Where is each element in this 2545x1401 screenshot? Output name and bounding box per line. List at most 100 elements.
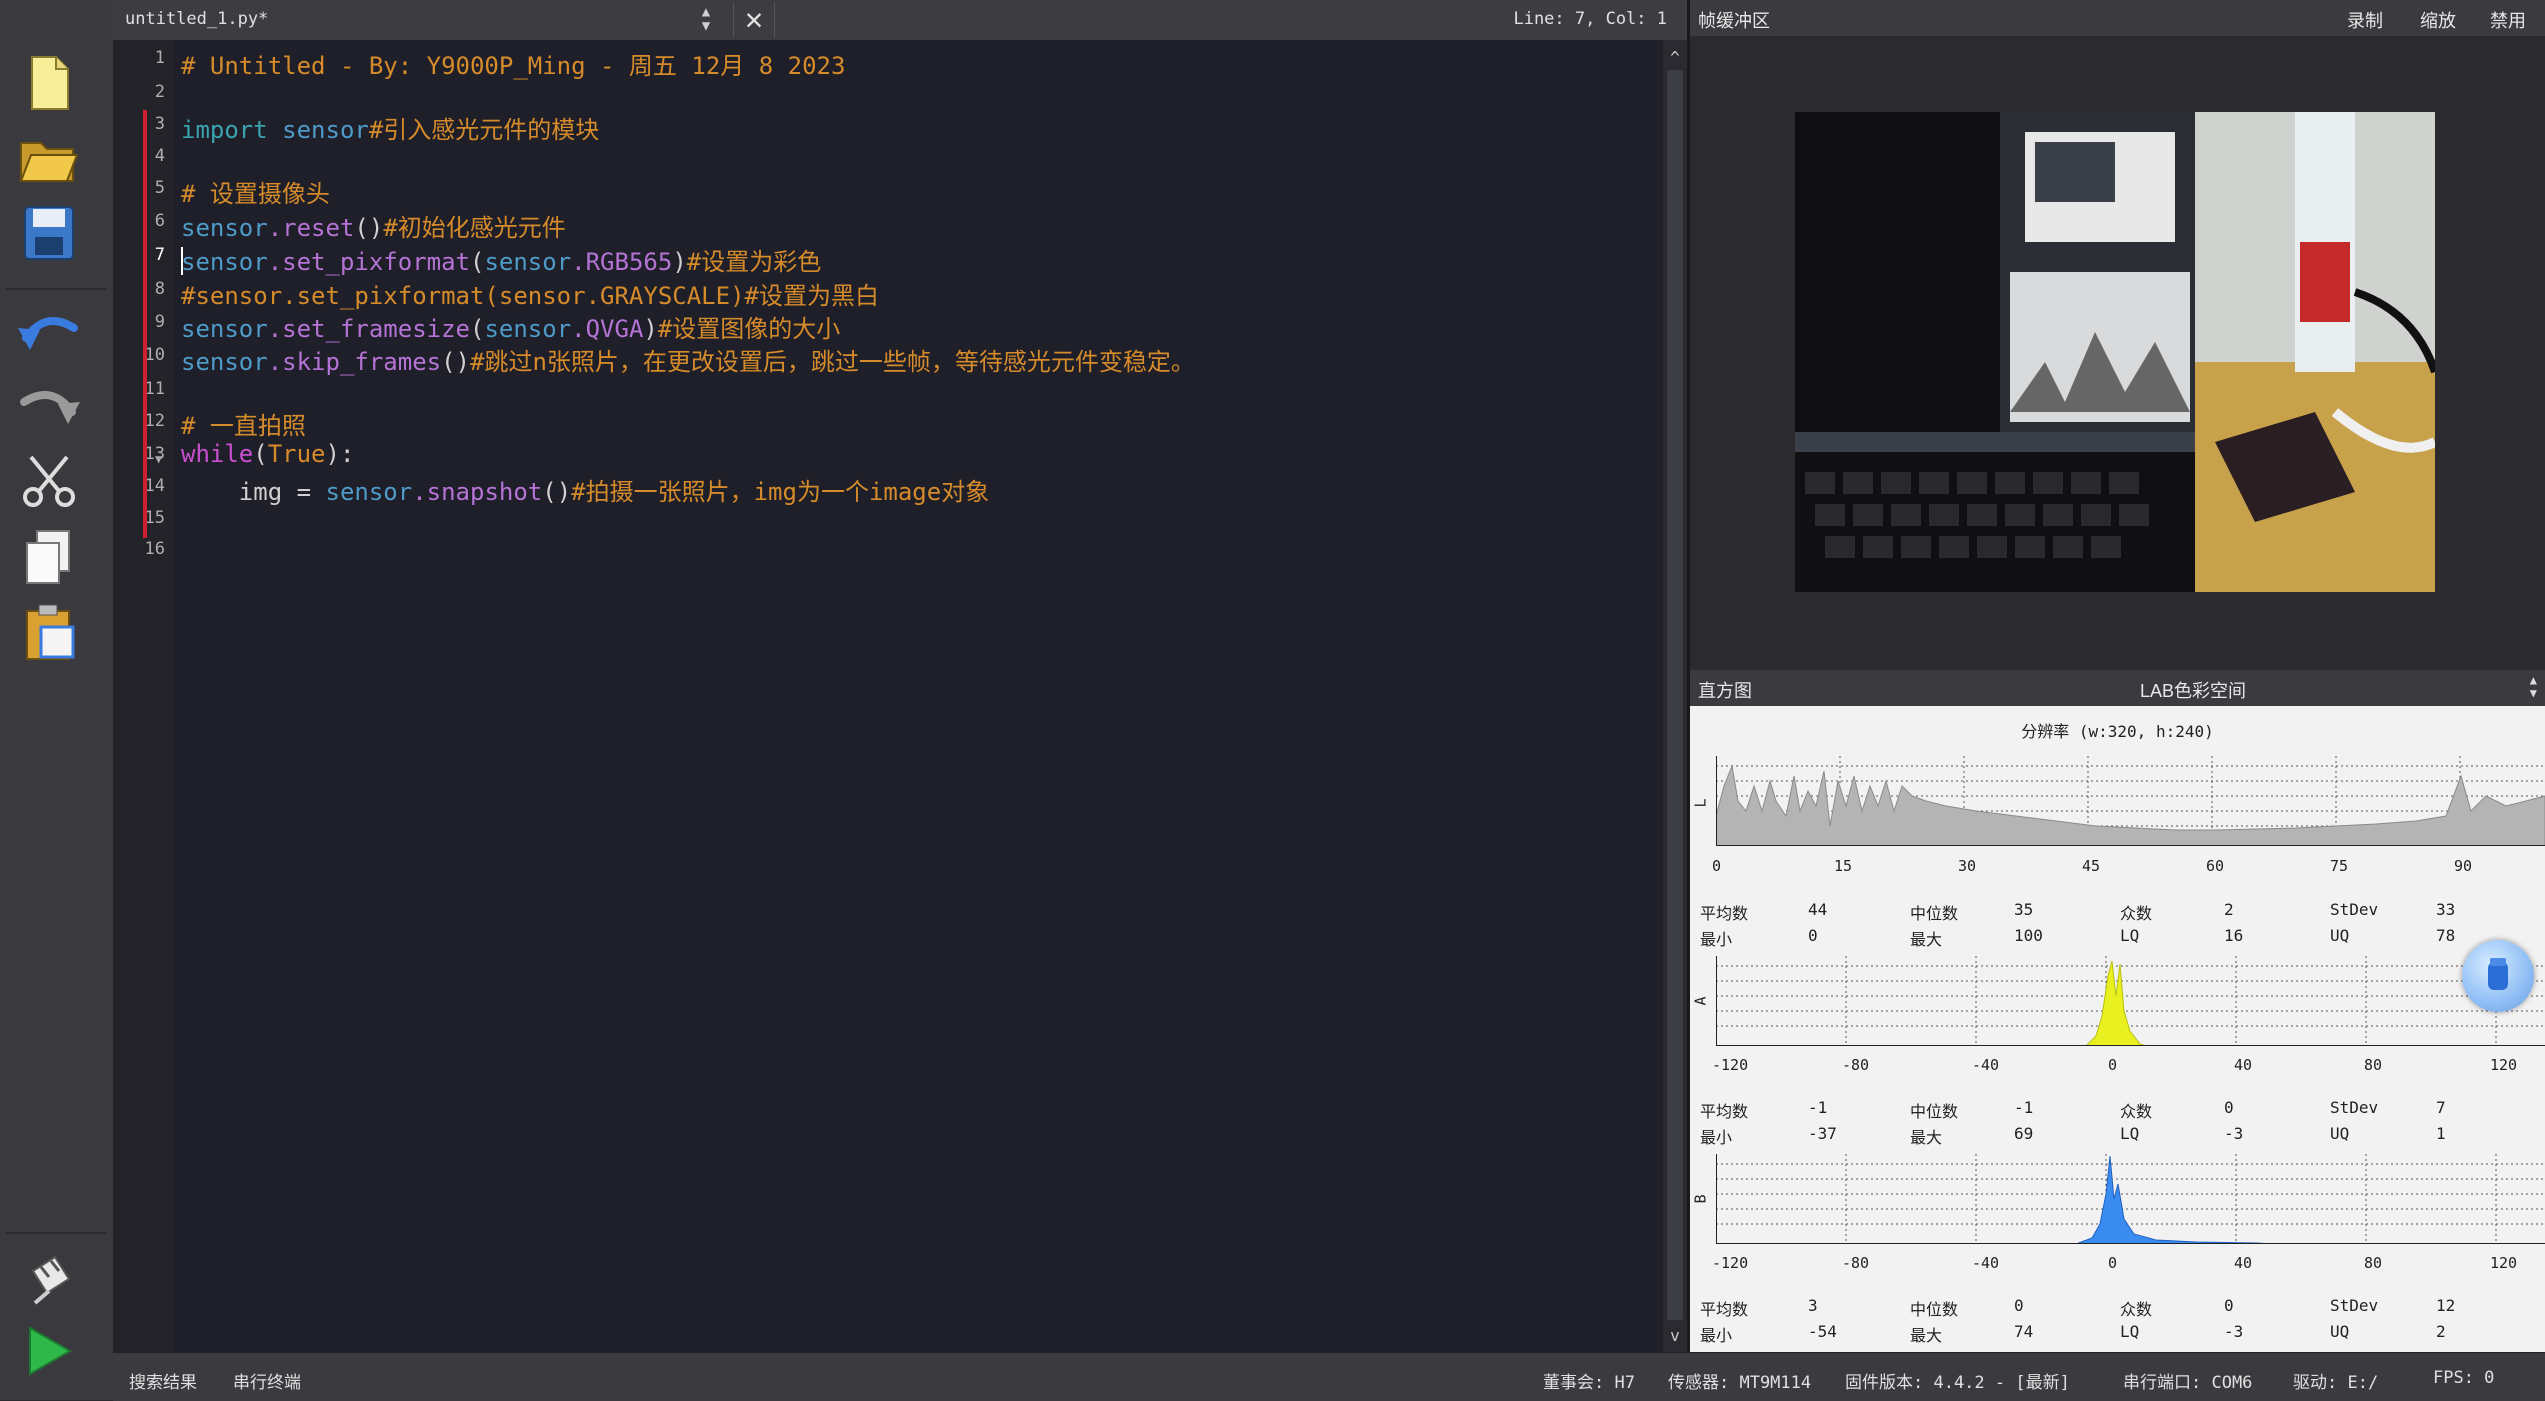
redo-icon — [20, 390, 80, 424]
redo-button[interactable] — [14, 370, 84, 440]
l-tick: 0 — [1712, 857, 1722, 875]
stat-label: 众数 — [2120, 1102, 2153, 1121]
record-button[interactable]: 录制 — [2347, 7, 2383, 33]
tab-search-results[interactable]: 搜索结果 — [129, 1368, 197, 1393]
stat-label: 最大 — [1910, 1326, 1943, 1345]
stat-value: 1 — [2436, 1124, 2446, 1143]
stat-value: 16 — [2224, 926, 2244, 945]
stat-label: 最大 — [1910, 930, 1943, 949]
framebuffer-title: 帧缓冲区 — [1698, 11, 1770, 31]
code-line-12: # 一直拍照 — [181, 412, 306, 440]
b-tick: -120 — [1712, 1254, 1749, 1272]
code-line-10: sensor.skip_frames()#跳过n张照片，在更改设置后，跳过一些帧… — [181, 348, 1195, 376]
code-line-8: #sensor.set_pixformat(sensor.GRAYSCALE)#… — [181, 282, 879, 310]
stat-label: 中位数 — [1910, 1300, 1959, 1319]
undo-icon — [18, 316, 78, 350]
run-button[interactable] — [14, 1316, 84, 1386]
a-tick: -40 — [1972, 1056, 2000, 1074]
open-button[interactable] — [14, 124, 84, 194]
b-tick: 120 — [2490, 1254, 2518, 1272]
floating-assistant-icon[interactable] — [2462, 940, 2534, 1012]
stat-label: 平均数 — [1700, 1300, 1749, 1319]
cut-button[interactable] — [14, 446, 84, 516]
stat-label: 平均数 — [1700, 904, 1749, 923]
b-tick: 80 — [2364, 1254, 2383, 1272]
histogram-title: 直方图 — [1698, 681, 1752, 701]
scroll-down-icon[interactable]: v — [1663, 1326, 1687, 1345]
stat-value: 0 — [2224, 1296, 2234, 1315]
stat-value: 69 — [2014, 1124, 2034, 1143]
firmware-info[interactable]: 固件版本: 4.4.2 - [最新] — [1845, 1368, 2070, 1393]
stat-value: 3 — [1808, 1296, 1818, 1315]
stat-value: -3 — [2224, 1322, 2244, 1341]
l-tick: 15 — [1834, 857, 1853, 875]
connect-icon — [31, 1255, 71, 1305]
code-line-3: import sensor#引入感光元件的模块 — [181, 116, 600, 144]
status-bar: 搜索结果 串行终端 董事会: H7 传感器: MT9M114 固件版本: 4.4… — [113, 1352, 2545, 1401]
code-line-13: while(True): — [181, 440, 355, 468]
b-tick: -40 — [1972, 1254, 2000, 1272]
histogram-b-chart — [1716, 1154, 2545, 1244]
stat-label: 最小 — [1700, 930, 1733, 949]
stat-value: -37 — [1808, 1124, 1837, 1143]
a-tick: -80 — [1842, 1056, 1870, 1074]
a-tick: 0 — [2108, 1056, 2118, 1074]
cut-icon — [23, 455, 75, 507]
zoom-button[interactable]: 缩放 — [2420, 7, 2456, 33]
histogram-l-chart — [1716, 756, 2545, 846]
l-tick: 75 — [2330, 857, 2349, 875]
stat-label: LQ — [2120, 1124, 2140, 1143]
code-line-5: # 设置摄像头 — [181, 180, 330, 208]
tab-serial-terminal[interactable]: 串行终端 — [233, 1368, 301, 1393]
stat-label: 众数 — [2120, 1300, 2153, 1319]
stat-label: 最小 — [1700, 1326, 1733, 1345]
editor-scrollbar[interactable]: ^ v — [1663, 40, 1687, 1352]
stat-value: 100 — [2014, 926, 2043, 945]
copy-button[interactable] — [14, 522, 84, 592]
board-info: 董事会: H7 — [1543, 1373, 1635, 1393]
text-caret — [181, 247, 183, 275]
stat-label: 众数 — [2120, 904, 2153, 923]
colorspace-dropdown-icon[interactable]: ▲ ▼ — [2530, 674, 2537, 700]
camera-frame-image — [1795, 112, 2435, 592]
l-tick: 45 — [2082, 857, 2101, 875]
stat-label: 最小 — [1700, 1128, 1733, 1147]
paste-button[interactable] — [14, 598, 84, 668]
line-number: 16 — [144, 539, 165, 559]
file-tab[interactable]: untitled_1.py* — [125, 9, 268, 29]
fold-arrow-icon[interactable]: ▼ — [155, 452, 162, 466]
l-tick: 60 — [2206, 857, 2225, 875]
connect-button[interactable] — [14, 1242, 84, 1312]
histogram-header: 直方图 LAB色彩空间 ▲ ▼ — [1690, 670, 2545, 706]
stat-value: -3 — [2224, 1124, 2244, 1143]
stat-label: LQ — [2120, 926, 2140, 945]
drive-info: 驱动: E:/ — [2293, 1373, 2379, 1393]
stat-value: -1 — [2014, 1098, 2034, 1117]
line-number: 2 — [154, 82, 165, 102]
scroll-up-icon[interactable]: ^ — [1663, 48, 1687, 67]
scrollbar-thumb[interactable] — [1667, 70, 1683, 1320]
paste-icon — [26, 604, 75, 660]
code-editor[interactable]: # Untitled - By: Y9000P_Ming - 周五 12月 8 … — [173, 40, 1663, 1352]
stat-value: 44 — [1808, 900, 1828, 919]
sensor-info: 传感器: MT9M114 — [1668, 1373, 1812, 1393]
stat-label: UQ — [2330, 926, 2350, 945]
stat-value: -54 — [1808, 1322, 1837, 1341]
code-line-1: # Untitled - By: Y9000P_Ming - 周五 12月 8 … — [181, 52, 846, 80]
a-tick: -120 — [1712, 1056, 1749, 1074]
code-line-9: sensor.set_framesize(sensor.QVGA)#设置图像的大… — [181, 315, 841, 343]
save-button[interactable] — [14, 198, 84, 268]
stat-value: 7 — [2436, 1098, 2446, 1117]
new-file-button[interactable] — [14, 48, 84, 118]
fps-info: FPS: 0 — [2433, 1368, 2495, 1388]
close-tab-icon[interactable]: ✕ — [733, 2, 775, 38]
colorspace-select[interactable]: LAB色彩空间 — [2140, 677, 2246, 703]
framebuffer-header: 帧缓冲区 录制 缩放 禁用 — [1690, 0, 2545, 36]
channel-label-a: A — [1691, 996, 1710, 1006]
stat-label: LQ — [2120, 1322, 2140, 1341]
stat-value: 33 — [2436, 900, 2456, 919]
undo-button[interactable] — [14, 296, 84, 366]
tab-switch-arrows-icon[interactable]: ▲ ▼ — [691, 5, 721, 35]
disable-button[interactable]: 禁用 — [2490, 7, 2526, 33]
b-tick: 40 — [2234, 1254, 2253, 1272]
